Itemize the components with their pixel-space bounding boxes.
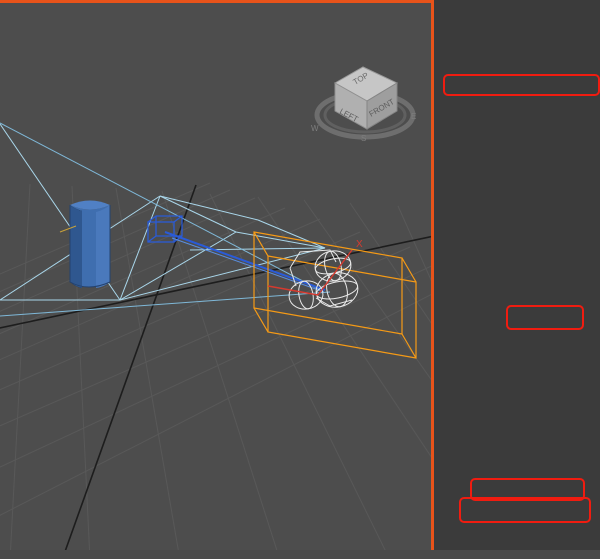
3dsmax-window: X W E S TOP LEFT FRONT: [0, 0, 600, 550]
frequency-highlight: [459, 497, 591, 523]
compass-s: S: [361, 134, 366, 143]
perspective-viewport[interactable]: X W E S TOP LEFT FRONT: [0, 0, 434, 550]
fractal-highlight: [506, 305, 584, 330]
world-axis-lines: [0, 184, 434, 550]
command-panel: Camera Modifier List Nois: [434, 0, 600, 550]
viewport-active-border-top: [0, 0, 434, 3]
cylinder-object: [69, 200, 111, 288]
noise-stack-highlight: [443, 74, 600, 96]
compass-w: W: [311, 124, 319, 133]
viewcube[interactable]: W E S TOP LEFT FRONT: [305, 45, 425, 145]
animate-noise-highlight: [470, 478, 585, 501]
svg-text:X: X: [356, 239, 363, 250]
compass-e: E: [411, 112, 416, 121]
camera-target-line-2: [171, 237, 325, 293]
ground-grid: [0, 182, 434, 550]
